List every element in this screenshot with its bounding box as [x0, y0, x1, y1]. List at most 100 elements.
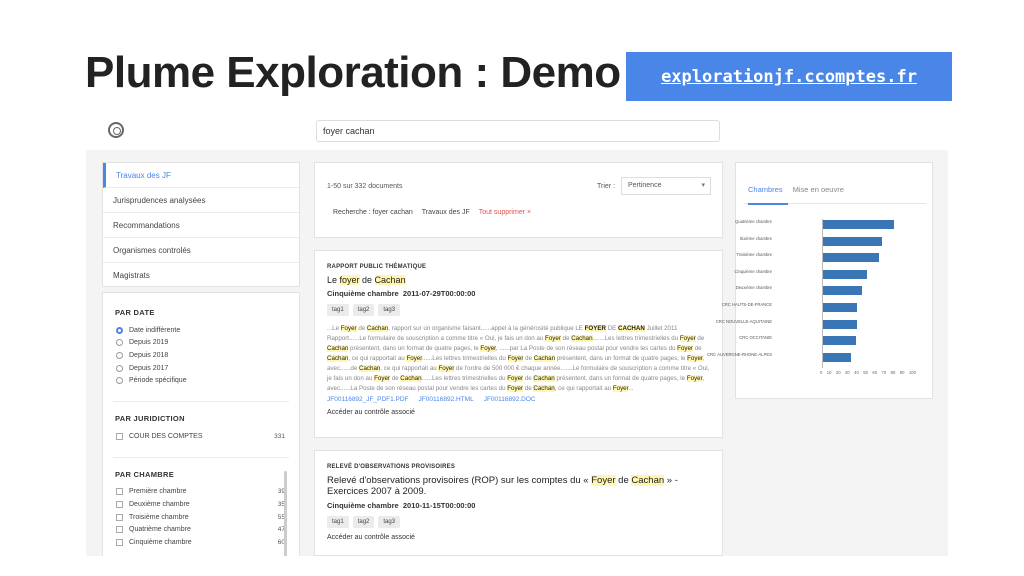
excerpt-highlight: Cachan	[327, 355, 349, 362]
tag[interactable]: tag3	[378, 304, 401, 316]
close-icon[interactable]: ×	[527, 209, 531, 216]
clear-all-label: Tout supprimer	[478, 209, 526, 216]
tag[interactable]: tag3	[378, 516, 401, 528]
result-title[interactable]: Relevé d'observations provisoires (ROP) …	[327, 475, 710, 497]
doc-link[interactable]: JF00116892.DOC	[484, 396, 536, 403]
active-tab-indicator	[748, 203, 788, 205]
chambre-option[interactable]: Quatrième chambre 47	[103, 523, 299, 536]
chambre-option[interactable]: Cinquième chambre 60	[103, 536, 299, 549]
chambre-option[interactable]: Deuxième chambre 35	[103, 498, 299, 511]
excerpt-highlight: Cachan	[327, 345, 349, 352]
date-option[interactable]: Période spécifique	[103, 374, 299, 387]
html-link[interactable]: JF00116892.HTML	[419, 396, 474, 403]
nav-item-organismes[interactable]: Organismes controlés	[103, 238, 299, 263]
radio-icon[interactable]	[116, 364, 123, 372]
result-type: RAPPORT PUBLIC THÉMATIQUE	[327, 264, 427, 270]
tag[interactable]: tag1	[327, 516, 349, 528]
tag[interactable]: tag2	[352, 516, 375, 528]
tag[interactable]: tag2	[352, 304, 375, 316]
result-type: RELEVÉ D'OBSERVATIONS PROVISOIRES	[327, 464, 456, 470]
radio-icon[interactable]	[116, 351, 123, 359]
excerpt-highlight: Foyer	[545, 335, 561, 342]
tag[interactable]: tag1	[327, 304, 349, 316]
chart-bar[interactable]	[822, 253, 879, 263]
x-tick-label: 20	[835, 370, 841, 376]
nav-item-magistrats[interactable]: Magistrats	[103, 263, 299, 288]
filter-chambre-heading: PAR CHAMBRE	[115, 469, 174, 479]
excerpt-highlight: FOYER	[584, 325, 606, 332]
clear-all-filters[interactable]: Tout supprimer ×	[479, 209, 531, 216]
search-input[interactable]: foyer cachan	[316, 120, 720, 142]
chart-bar[interactable]	[822, 236, 883, 246]
excerpt-highlight: Foyer	[507, 355, 524, 362]
chambre-label: Première chambre	[129, 488, 187, 496]
chart-bar-row: Deuxième chambre	[736, 285, 904, 297]
chambre-option[interactable]: Première chambre 39	[103, 486, 299, 499]
result-date: 2010-11-15T00:00:00	[402, 501, 476, 510]
checkbox-icon[interactable]	[116, 432, 123, 440]
x-tick-label: 70	[881, 370, 887, 376]
chart-bar[interactable]	[822, 319, 858, 329]
filter-scrollbar[interactable]	[284, 471, 287, 556]
radio-icon[interactable]	[116, 377, 123, 385]
checkbox-icon[interactable]	[116, 526, 123, 534]
pdf-link[interactable]: JF00116892_JF_PDF1.PDF	[327, 396, 409, 403]
chambre-label: Cinquième chambre	[129, 538, 192, 546]
chart-panel: Chambres Mise en oeuvre Quatrième chambr…	[707, 162, 933, 399]
site-url-link[interactable]: explorationjf.ccomptes.fr	[661, 67, 917, 87]
excerpt-highlight: Foyer	[340, 325, 357, 332]
x-tick-label: 0	[820, 370, 823, 376]
filter-panel: PAR DATE Date indifférente Depuis 2019 D…	[102, 292, 300, 556]
results-count: 1-50 sur 332 documents	[327, 183, 403, 190]
chart-x-ticks: 0 10 20 30 40 50 60 70 80 90 100	[820, 370, 916, 375]
excerpt-highlight: Foyer	[374, 375, 390, 382]
nav-item-recommandations[interactable]: Recommandations	[103, 213, 299, 238]
app-logo-icon[interactable]	[108, 122, 124, 138]
chart-bar-row: CRC AUVERGNE-RHONE-ALPES	[707, 352, 904, 364]
excerpt-highlight: Cachan	[359, 365, 381, 372]
chart-axis-line	[822, 219, 823, 369]
date-option[interactable]: Depuis 2017	[103, 362, 299, 375]
date-option[interactable]: Date indifférente	[103, 324, 299, 337]
chart-bar[interactable]	[822, 286, 862, 296]
chart-bar[interactable]	[822, 220, 895, 229]
tab-mise-en-oeuvre[interactable]: Mise en oeuvre	[793, 185, 844, 194]
bar-category-label: Cinquième chambre	[734, 268, 772, 274]
checkbox-icon[interactable]	[116, 488, 123, 496]
chart-bar-row: Troisième chambre	[736, 252, 904, 264]
results-header: 1-50 sur 332 documents Trier : Pertinenc…	[314, 162, 723, 238]
date-option-label: Période spécifique	[129, 377, 187, 385]
checkbox-icon[interactable]	[116, 513, 123, 521]
sidebar-nav: Travaux des JF Jurisprudences analysées …	[102, 162, 300, 287]
juridiction-option[interactable]: COUR DES COMPTES 331	[103, 430, 299, 443]
url-banner: explorationjf.ccomptes.fr	[626, 52, 952, 101]
checkbox-icon[interactable]	[116, 538, 123, 546]
radio-selected-icon[interactable]	[116, 326, 123, 334]
result-links: JF00116892_JF_PDF1.PDF JF00116892.HTML J…	[327, 396, 710, 403]
date-option[interactable]: Depuis 2018	[103, 349, 299, 362]
access-control-link[interactable]: Accéder au contrôle associé	[327, 409, 710, 416]
sort-select[interactable]: Pertinence	[621, 177, 711, 195]
tab-chambres[interactable]: Chambres	[748, 185, 783, 194]
radio-icon[interactable]	[116, 339, 123, 347]
access-control-link[interactable]: Accéder au contrôle associé	[327, 534, 710, 541]
excerpt-highlight: Cachan	[533, 355, 556, 362]
date-option-label: Depuis 2018	[129, 351, 169, 359]
chart-bar[interactable]	[822, 336, 857, 346]
chambre-option[interactable]: Troisième chambre 55	[103, 511, 299, 524]
chart-bar[interactable]	[822, 352, 852, 362]
result-title[interactable]: Le foyer de Cachan	[327, 275, 710, 285]
result-excerpt: ...Le Foyer de Cachan, rapport sur un or…	[327, 325, 710, 392]
chart-bar[interactable]	[822, 269, 867, 279]
nav-item-jurisprudences[interactable]: Jurisprudences analysées	[103, 188, 299, 213]
bar-category-label: CRC NOUVELLE-AQUITAINE	[715, 318, 772, 324]
nav-item-travaux[interactable]: Travaux des JF	[103, 163, 299, 188]
nav-item-label: Travaux des JF	[116, 170, 171, 180]
result-date: 2011-07-29T00:00:00	[402, 289, 476, 298]
result-chambre: Cinquième chambre	[327, 289, 399, 298]
chart-bar[interactable]	[822, 303, 858, 312]
checkbox-icon[interactable]	[116, 500, 123, 508]
date-option[interactable]: Depuis 2019	[103, 337, 299, 350]
filter-date-heading: PAR DATE	[115, 308, 155, 317]
x-tick-label: 90	[899, 370, 905, 376]
